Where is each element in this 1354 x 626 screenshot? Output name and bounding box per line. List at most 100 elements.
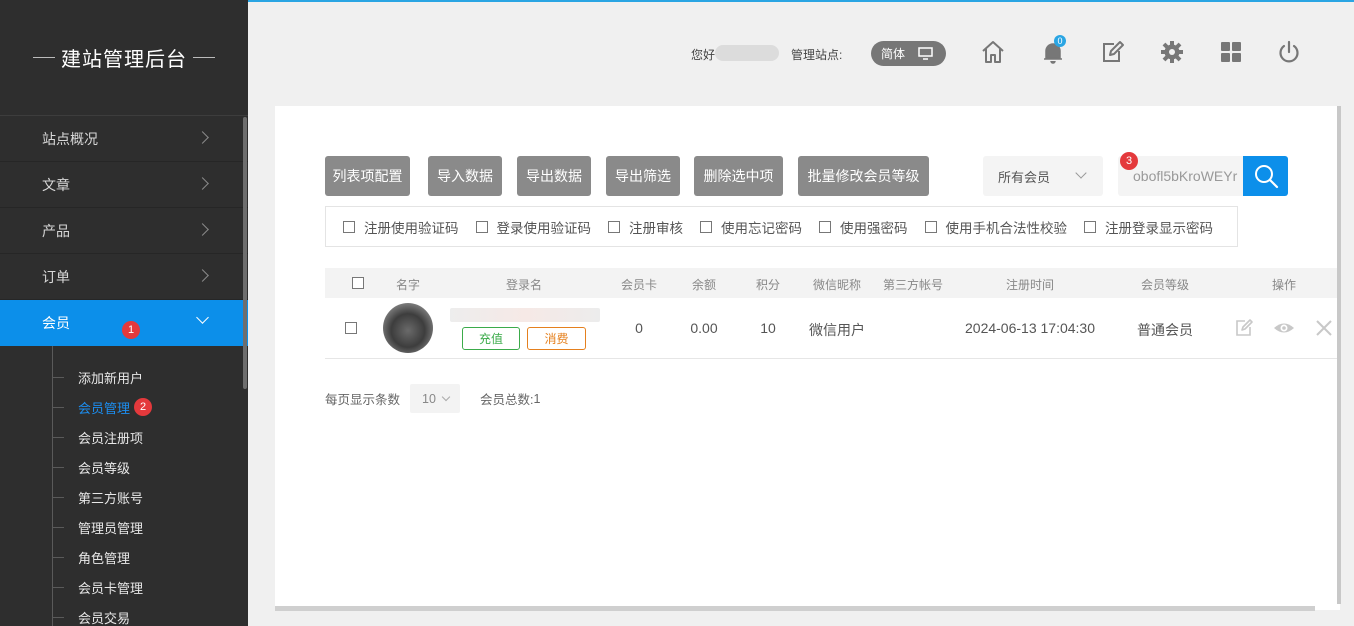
sidebar-scrollbar[interactable] <box>243 117 247 389</box>
step-badge: 2 <box>134 398 152 416</box>
brand-dash-right <box>193 57 215 58</box>
submenu-label: 角色管理 <box>78 550 131 566</box>
submenu-label: 会员管理 <box>78 400 131 416</box>
export-data-button[interactable]: 导出数据 <box>517 156 591 196</box>
sidebar-item-orders[interactable]: 订单 <box>0 254 248 300</box>
sidebar-item-label: 产品 <box>42 222 70 239</box>
option-strong-password[interactable]: 使用强密码 <box>819 217 908 237</box>
export-filter-button[interactable]: 导出筛选 <box>606 156 680 196</box>
submenu-admin-management[interactable]: 管理员管理 <box>0 512 248 542</box>
login-name-redacted <box>450 308 600 322</box>
submenu-label: 第三方账号 <box>78 490 144 506</box>
checkbox[interactable] <box>1084 220 1096 233</box>
submenu-third-party-accounts[interactable]: 第三方账号 <box>0 482 248 512</box>
total-label: 会员总数: <box>480 393 534 407</box>
column-header: 积分 <box>755 278 781 292</box>
edit-icon[interactable] <box>1234 318 1254 341</box>
option-phone-validation[interactable]: 使用手机合法性校验 <box>924 217 1068 237</box>
delete-selected-button[interactable]: 删除选中项 <box>694 156 783 196</box>
checkbox[interactable] <box>924 220 937 233</box>
brand-title: 建站管理后台 <box>0 0 248 116</box>
sidebar-item-label: 站点概况 <box>42 130 98 147</box>
sidebar-item-products[interactable]: 产品 <box>0 208 248 254</box>
brand-text: 建站管理后台 <box>61 49 187 71</box>
batch-change-level-button[interactable]: 批量修改会员等级 <box>798 156 929 196</box>
checkbox[interactable] <box>343 220 355 233</box>
member-card-cell: 0 <box>635 320 643 336</box>
search-button[interactable] <box>1243 156 1288 196</box>
submenu-add-user[interactable]: 添加新用户 <box>0 362 248 392</box>
option-forgot-password[interactable]: 使用忘记密码 <box>700 217 802 237</box>
column-header: 第三方帐号 <box>882 278 944 292</box>
total-count: 1 <box>533 391 541 406</box>
checkbox[interactable] <box>475 220 488 233</box>
search-icon <box>1254 165 1278 189</box>
main-panel: 列表项配置 导入数据 导出数据 导出筛选 删除选中项 批量修改会员等级 所有会员… <box>275 106 1340 610</box>
row-checkbox[interactable] <box>345 322 357 334</box>
column-header: 登录名 <box>505 278 543 292</box>
checkbox[interactable] <box>819 220 831 233</box>
list-config-button[interactable]: 列表项配置 <box>325 156 410 196</box>
option-label: 使用手机合法性校验 <box>945 220 1068 236</box>
option-login-captcha[interactable]: 登录使用验证码 <box>475 217 591 237</box>
submenu-label: 管理员管理 <box>78 520 144 536</box>
select-all-checkbox[interactable] <box>352 277 364 289</box>
column-header: 操作 <box>1271 278 1297 292</box>
sidebar-item-overview[interactable]: 站点概况 <box>0 116 248 162</box>
sidebar-item-label: 文章 <box>42 176 70 193</box>
checkbox[interactable] <box>608 220 620 233</box>
import-data-button[interactable]: 导入数据 <box>428 156 502 196</box>
column-header: 会员等级 <box>1140 278 1190 292</box>
step-badge: 1 <box>122 321 140 339</box>
member-filter-value: 所有会员 <box>998 169 1051 185</box>
page-size-select[interactable]: 10 <box>410 384 461 413</box>
chevron-right-icon <box>196 269 209 282</box>
per-page-label: 每页显示条数 <box>325 393 401 407</box>
delete-close-icon[interactable] <box>1315 318 1333 341</box>
sidebar-item-articles[interactable]: 文章 <box>0 162 248 208</box>
submenu-member-transactions[interactable]: 会员交易 <box>0 602 248 626</box>
member-filter-select[interactable]: 所有会员 <box>983 156 1103 196</box>
member-level-cell: 普通会员 <box>1137 322 1193 338</box>
sidebar-item-members[interactable]: 会员 1 <box>0 300 248 346</box>
members-submenu: 添加新用户 会员管理 2 会员注册项 会员等级 第三方账号 管理员管理 角色管理… <box>0 346 248 626</box>
grid-icon[interactable] <box>1218 39 1244 65</box>
language-label: 简体 <box>881 47 906 61</box>
registration-options: 注册使用验证码 登录使用验证码 注册审核 使用忘记密码 使用强密码 使用手机合法… <box>325 206 1238 247</box>
option-register-review[interactable]: 注册审核 <box>608 217 683 237</box>
brand-dash-left <box>33 57 55 58</box>
chevron-right-icon <box>196 177 209 190</box>
submenu-role-management[interactable]: 角色管理 <box>0 542 248 572</box>
panel-horizontal-scrollbar[interactable] <box>275 606 1315 611</box>
submenu-member-levels[interactable]: 会员等级 <box>0 452 248 482</box>
home-icon[interactable] <box>980 39 1006 65</box>
panel-vertical-scrollbar[interactable] <box>1337 106 1341 604</box>
power-icon[interactable] <box>1276 39 1302 65</box>
option-label: 注册审核 <box>629 220 683 236</box>
submenu-label: 会员卡管理 <box>78 580 144 596</box>
bell-icon[interactable]: 0 <box>1040 35 1066 65</box>
page-size-value: 10 <box>422 391 436 406</box>
notification-count: 0 <box>1054 35 1066 47</box>
monitor-icon <box>918 47 933 60</box>
checkbox[interactable] <box>700 220 712 233</box>
edit-icon[interactable] <box>1099 39 1125 65</box>
consume-button[interactable]: 消费 <box>527 327 586 350</box>
submenu-registration-fields[interactable]: 会员注册项 <box>0 422 248 452</box>
submenu-member-management[interactable]: 会员管理 2 <box>0 392 248 422</box>
option-register-captcha[interactable]: 注册使用验证码 <box>343 217 459 237</box>
option-show-password[interactable]: 注册登录显示密码 <box>1084 217 1213 237</box>
language-switch[interactable]: 简体 <box>871 41 946 66</box>
chevron-right-icon <box>196 223 209 236</box>
submenu-label: 会员注册项 <box>78 430 144 446</box>
gear-icon[interactable] <box>1159 39 1185 65</box>
chevron-right-icon <box>196 131 209 144</box>
sidebar-item-label: 会员 <box>42 315 70 331</box>
view-eye-icon[interactable] <box>1273 318 1295 341</box>
submenu-label: 会员交易 <box>78 610 131 626</box>
greeting-text: 您好 <box>691 48 716 62</box>
step-badge: 3 <box>1120 152 1138 170</box>
submenu-member-card-management[interactable]: 会员卡管理 <box>0 572 248 602</box>
pagination: 每页显示条数 10 会员总数: 1 <box>325 384 540 413</box>
recharge-button[interactable]: 充值 <box>462 327 520 350</box>
